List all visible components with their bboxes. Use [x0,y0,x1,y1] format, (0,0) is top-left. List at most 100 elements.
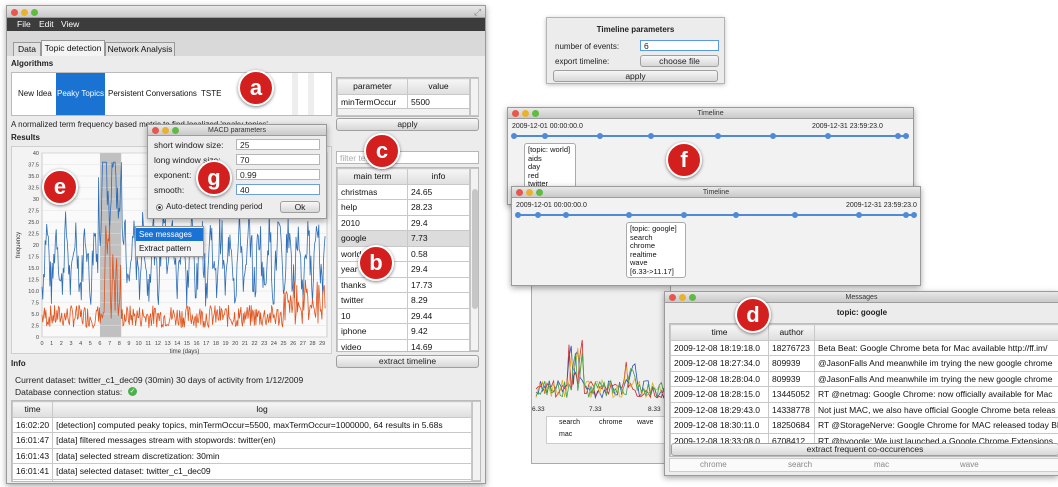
menu-extract-pattern[interactable]: Extract pattern [136,242,203,255]
algorithm-peaky-topics[interactable]: Peaky Topics [56,73,105,115]
msg-author-cell[interactable]: 13445052 [768,386,815,403]
timeline1-axis[interactable] [510,132,910,140]
term-cell[interactable]: video [337,338,408,351]
menu-see-messages[interactable]: See messages [136,228,203,241]
macd-minimize-button[interactable] [162,127,169,134]
menu-file[interactable]: File [17,18,31,31]
info-cell[interactable]: 17.73 [407,276,470,293]
tab-network-analysis[interactable]: Network Analysis [105,42,175,56]
table-row[interactable]: 10 29.44 [337,307,470,324]
msg-text-cell[interactable]: RT @StorageNerve: Google Chrome for MAC … [814,417,1058,434]
info-cell[interactable]: 29.4 [407,261,470,278]
term-cell[interactable]: help [337,199,408,216]
param-vscroll[interactable] [470,78,479,116]
msg-text-cell[interactable]: Beta Beat: Google Chrome beta for Mac av… [814,339,1058,356]
minimize-button[interactable] [21,9,28,16]
term-cell[interactable]: 10 [337,307,408,324]
timeline-apply-button[interactable]: apply [553,70,718,82]
info-cell[interactable]: 9.42 [407,323,470,340]
zoom-button[interactable] [31,9,38,16]
msg-text-cell[interactable]: @JasonFalls And meanwhile im trying the … [814,355,1058,372]
timeline-event-dot[interactable] [625,212,632,218]
table-row[interactable]: 2010 29.4 [337,214,470,231]
long-window-input[interactable]: 70 [236,154,320,165]
terms-scroll-thumb[interactable] [472,189,478,309]
info-cell[interactable]: 0.58 [407,245,470,262]
resize-icon[interactable]: ⤢ [474,7,481,18]
timeline-event-dot[interactable] [534,212,541,218]
filter-terms-input[interactable]: filter terms [336,151,479,164]
info-cell[interactable]: 28.23 [407,199,470,216]
msg-author-cell[interactable]: 18276723 [768,339,815,356]
table-row[interactable]: 2009-12-08 18:29:43.0 14338778 Not just MA… [670,401,1058,418]
close-button[interactable] [11,9,18,16]
info-cell[interactable]: 24.65 [407,183,470,200]
timeline-event-dot[interactable] [542,133,549,139]
timeline-event-dot[interactable] [648,133,655,139]
table-row[interactable]: 16:01:32[data] connected to database [12,478,472,481]
timeline-event-dot[interactable] [903,212,910,218]
timeline-event-dot[interactable] [714,133,721,139]
msg-author-cell[interactable]: 809939 [768,355,815,372]
timeline-event-dot[interactable] [597,133,604,139]
msg-text-cell[interactable]: @JasonFalls And meanwhile im trying the … [814,370,1058,387]
info-cell[interactable]: 8.29 [407,292,470,309]
timeline1-minimize-button[interactable] [522,110,529,117]
timeline2-zoom-button[interactable] [536,189,543,196]
info-cell[interactable]: 29.44 [407,307,470,324]
terms-vscroll[interactable] [470,168,478,351]
msg-text-cell[interactable]: Not just MAC, we also have official Goog… [814,401,1058,418]
timeline-event-dot[interactable] [511,133,517,139]
table-row[interactable]: 2009-12-08 18:28:15.0 13445052 RT @netmag:… [670,386,1058,403]
info-cell[interactable]: 14.69 [407,338,470,351]
msg-author-cell[interactable]: 14338778 [768,401,815,418]
auto-detect-radio[interactable] [156,204,163,211]
timeline-event-dot[interactable] [515,212,521,218]
messages-zoom-button[interactable] [689,294,696,301]
menu-view[interactable]: View [61,18,79,31]
msg-time-cell[interactable]: 2009-12-08 18:30:11.0 [670,417,769,434]
timeline2-minimize-button[interactable] [526,189,533,196]
menu-edit[interactable]: Edit [39,18,54,31]
extract-cooccurrences-button[interactable]: extract frequent co-occurences [671,443,1058,456]
table-row[interactable]: help 28.23 [337,199,470,216]
macd-close-button[interactable] [152,127,159,134]
algorithm-new-idea[interactable]: New Idea [18,89,52,98]
timeline-event-dot[interactable] [562,212,569,218]
table-row[interactable]: google 7.73 [337,230,470,247]
choose-file-button[interactable]: choose file [640,55,719,67]
table-row[interactable]: video 14.69 [337,338,470,351]
tab-data[interactable]: Data [13,42,41,56]
table-row[interactable]: twitter 8.29 [337,292,470,309]
msg-author-cell[interactable]: 809939 [768,370,815,387]
table-row[interactable]: 2009-12-08 18:19:18.0 18276723 Beta Beat: … [670,339,1058,356]
messages-minimize-button[interactable] [679,294,686,301]
msg-time-cell[interactable]: 2009-12-08 18:27:34.0 [670,355,769,372]
timeline1-zoom-button[interactable] [532,110,539,117]
table-row[interactable]: thanks 17.73 [337,276,470,293]
timeline-event-dot[interactable] [855,212,862,218]
term-cell[interactable]: iphone [337,323,408,340]
msg-time-cell[interactable]: 2009-12-08 18:28:04.0 [670,370,769,387]
ok-button[interactable]: Ok [280,201,320,213]
table-row[interactable]: 16:01:43 [data] selected stream discretiz… [12,447,472,464]
msg-text-cell[interactable]: RT @netmag: Google Chrome: now officiall… [814,386,1058,403]
timeline-event-dot[interactable] [911,212,917,218]
timeline-event-dot[interactable] [769,133,776,139]
timeline2-axis[interactable] [514,211,918,219]
macd-zoom-button[interactable] [172,127,179,134]
table-row[interactable]: iphone 9.42 [337,323,470,340]
timeline2-close-button[interactable] [516,189,523,196]
timeline-event-dot[interactable] [895,133,902,139]
msg-author-cell[interactable]: 18250684 [768,417,815,434]
smooth-input[interactable]: 40 [236,184,320,195]
messages-close-button[interactable] [669,294,676,301]
events-input[interactable]: 6 [640,40,719,51]
timeline-event-dot[interactable] [792,212,799,218]
info-cell[interactable]: 29.4 [407,214,470,231]
term-cell[interactable]: google [337,230,408,247]
msg-time-cell[interactable]: 2009-12-08 18:28:15.0 [670,386,769,403]
algorithm-tste[interactable]: TSTE [201,89,221,98]
tab-topic-detection[interactable]: Topic detection [41,40,105,56]
table-row[interactable]: 16:01:41 [data] selected dataset: twitter… [12,463,472,480]
